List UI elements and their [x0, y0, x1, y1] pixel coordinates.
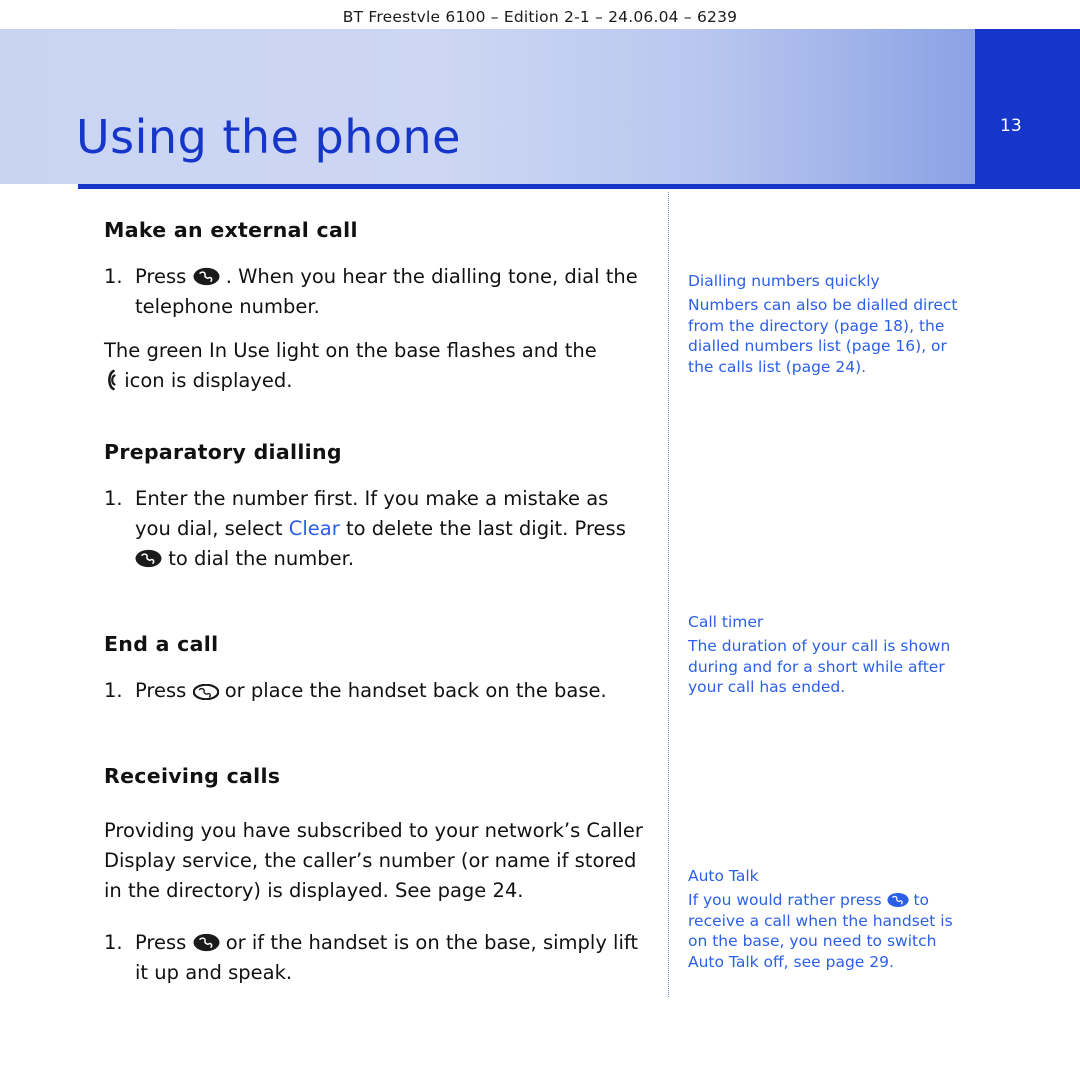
- paragraph-text-after: icon is displayed.: [124, 369, 293, 392]
- section-heading-preparatory-dialling: Preparatory dialling: [104, 440, 342, 464]
- talk-key-icon: [135, 549, 162, 568]
- step-number: 1.: [104, 931, 123, 954]
- banner-rule: [0, 184, 975, 189]
- side-note-dialling-numbers-quickly: Dialling numbers quickly Numbers can als…: [688, 272, 960, 378]
- numbered-step: 1. Press or place the handset back on th…: [104, 676, 649, 706]
- column-divider: [668, 192, 669, 997]
- side-note-text: If you would rather press to receive a c…: [688, 890, 960, 973]
- banner-rule-notch: [0, 184, 78, 189]
- in-use-indicator-icon: [104, 369, 118, 391]
- side-note-title: Dialling numbers quickly: [688, 272, 880, 290]
- section-heading-receiving-calls: Receiving calls: [104, 764, 281, 788]
- paragraph-text-before: The green In Use light on the base flash…: [104, 339, 597, 362]
- section-heading-end-a-call: End a call: [104, 632, 219, 656]
- side-note-auto-talk: Auto Talk If you would rather press to r…: [688, 867, 960, 973]
- document-header: BT Freestvle 6100 – Edition 2-1 – 24.06.…: [342, 8, 738, 26]
- main-content: Make an external call 1. Press . When yo…: [104, 218, 649, 988]
- talk-key-icon: [886, 892, 909, 908]
- step-text-before: Press: [135, 679, 187, 702]
- numbered-step: 1. Press or if the handset is on the bas…: [104, 928, 649, 988]
- step-text-after: or place the handset back on the base.: [224, 679, 607, 702]
- section-heading-make-external-call: Make an external call: [104, 218, 358, 242]
- side-note-text: Numbers can also be dialled direct from …: [688, 296, 958, 377]
- numbered-step: 1. Enter the number first. If you make a…: [104, 484, 649, 574]
- side-note-text-before: If you would rather press: [688, 891, 882, 909]
- page-number: 13: [1000, 116, 1022, 136]
- side-note-text: The duration of your call is shown durin…: [688, 637, 951, 697]
- step-number: 1.: [104, 487, 123, 510]
- paragraph-caller-display: Providing you have subscribed to your ne…: [104, 819, 643, 902]
- numbered-step: 1. Press . When you hear the dialling to…: [104, 262, 649, 322]
- talk-key-icon: [193, 267, 220, 286]
- step-text-mid: to delete the last digit. Press: [345, 517, 626, 540]
- side-note-title: Auto Talk: [688, 867, 759, 885]
- page-banner: [0, 29, 1080, 189]
- talk-key-icon: [193, 933, 220, 952]
- side-note-title: Call timer: [688, 613, 764, 631]
- step-number: 1.: [104, 265, 123, 288]
- step-text-after: to dial the number.: [168, 547, 355, 570]
- paragraph-in-use-light: The green In Use light on the base flash…: [104, 336, 649, 396]
- step-text-before: Press: [135, 265, 187, 288]
- page-number-block: [975, 29, 1080, 189]
- end-call-key-icon: [192, 684, 219, 700]
- step-number: 1.: [104, 679, 123, 702]
- page-title: Using the phone: [76, 110, 461, 164]
- side-note-call-timer: Call timer The duration of your call is …: [688, 613, 960, 698]
- step-text-before: Press: [135, 931, 187, 954]
- softkey-label-clear: Clear: [288, 517, 340, 540]
